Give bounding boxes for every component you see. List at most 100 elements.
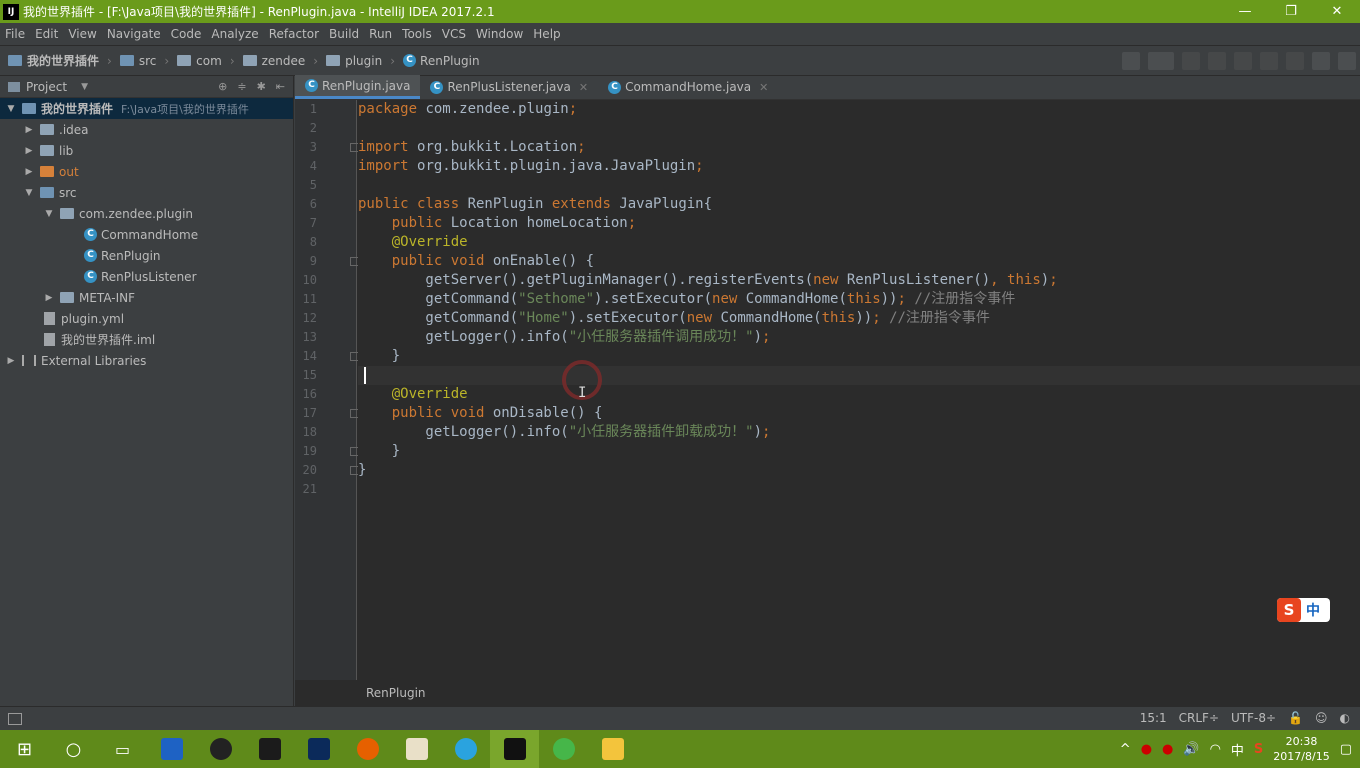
wifi-icon[interactable]: ◠ — [1210, 742, 1221, 757]
task-view-icon[interactable]: ▭ — [98, 730, 147, 768]
qq-icon[interactable] — [196, 730, 245, 768]
close-button[interactable]: ✕ — [1314, 0, 1360, 23]
chevron-down-icon[interactable]: ▼ — [22, 188, 36, 198]
taskbar-app-1[interactable] — [147, 730, 196, 768]
webstorm-icon[interactable] — [245, 730, 294, 768]
profile-icon[interactable] — [1260, 52, 1278, 70]
ime-mode[interactable]: 中 — [1306, 600, 1320, 620]
chevron-right-icon[interactable]: ▶ — [22, 146, 36, 156]
photoshop-icon[interactable] — [294, 730, 343, 768]
project-view-selector[interactable]: Project — [26, 80, 67, 94]
intellij-taskbar-icon[interactable] — [490, 730, 539, 768]
menu-file[interactable]: File — [0, 27, 30, 41]
menu-build[interactable]: Build — [324, 27, 364, 41]
stop-icon[interactable] — [1286, 52, 1304, 70]
breadcrumb-renplugin[interactable]: C RenPlugin — [403, 54, 480, 68]
start-button[interactable]: ⊞ — [0, 730, 49, 768]
hide-panel-icon[interactable]: ⇤ — [276, 80, 285, 93]
chevron-right-icon[interactable]: ▶ — [22, 125, 36, 135]
chevron-right-icon[interactable]: ▶ — [42, 293, 56, 303]
minimize-button[interactable]: — — [1222, 0, 1268, 23]
collapse-all-icon[interactable]: ≑ — [237, 80, 246, 93]
restore-button[interactable]: ❐ — [1268, 0, 1314, 23]
tree-item-out[interactable]: ▶ out — [0, 161, 293, 182]
chevron-right-icon[interactable]: ▶ — [4, 356, 18, 366]
close-tab-icon[interactable]: ✕ — [759, 81, 768, 94]
tree-item-meta-inf[interactable]: ▶ META-INF — [0, 287, 293, 308]
status-bar: 15:1 CRLF÷ UTF-8÷ 🔓 ☺ ◐ — [0, 706, 1360, 730]
coverage-icon[interactable] — [1234, 52, 1252, 70]
tree-item-src[interactable]: ▼ src — [0, 182, 293, 203]
menu-tools[interactable]: Tools — [397, 27, 437, 41]
taskbar-app-3[interactable] — [441, 730, 490, 768]
netease-icon[interactable]: ● — [1162, 742, 1173, 757]
project-structure-icon[interactable] — [1312, 52, 1330, 70]
file-explorer-icon[interactable] — [588, 730, 637, 768]
line-separator[interactable]: CRLF÷ — [1179, 711, 1219, 725]
tree-item-module[interactable]: ▼ 我的世界插件 F:\Java项目\我的世界插件 — [0, 98, 293, 119]
line-number-gutter[interactable]: 1 2 3 4 5 6 7 8 9 10 11 12 13 14 15 16 17 18 19 20 21 — [295, 100, 359, 680]
tab-commandhome[interactable]: C CommandHome.java ✕ — [598, 75, 778, 99]
sogou-ime-floating-bar[interactable]: S 中 — [1277, 598, 1330, 622]
close-tab-icon[interactable]: ✕ — [579, 81, 588, 94]
sogou-tray-icon[interactable]: S — [1254, 742, 1263, 757]
taskbar-app-4[interactable] — [539, 730, 588, 768]
record-icon[interactable]: ● — [1141, 742, 1152, 757]
build-icon[interactable] — [1122, 52, 1140, 70]
breadcrumb-zendee[interactable]: zendee › — [242, 54, 318, 68]
menu-refactor[interactable]: Refactor — [264, 27, 324, 41]
breadcrumb-src[interactable]: src › — [119, 54, 169, 68]
chevron-right-icon[interactable]: ▶ — [22, 167, 36, 177]
menu-analyze[interactable]: Analyze — [206, 27, 263, 41]
search-everywhere-icon[interactable] — [1338, 52, 1356, 70]
tree-item-lib[interactable]: ▶ lib — [0, 140, 293, 161]
tree-item-commandhome[interactable]: C CommandHome — [0, 224, 293, 245]
inspector-icon[interactable]: ☺ — [1315, 711, 1328, 725]
tree-item-iml[interactable]: 我的世界插件.iml — [0, 329, 293, 350]
code-token: this — [821, 310, 856, 326]
menu-view[interactable]: View — [63, 27, 101, 41]
chevron-down-icon[interactable]: ▼ — [81, 82, 88, 92]
search-icon[interactable]: ○ — [49, 730, 98, 768]
notification-icon[interactable]: ▢ — [1340, 742, 1352, 757]
show-hidden-icons[interactable]: ^ — [1120, 742, 1131, 757]
code-text-area[interactable]: package com.zendee.plugin; import org.buk… — [358, 100, 1360, 680]
tree-item-external-libraries[interactable]: ▶ External Libraries — [0, 350, 293, 371]
volume-icon[interactable]: 🔊 — [1183, 742, 1199, 757]
tree-item-renplugin[interactable]: C RenPlugin — [0, 245, 293, 266]
menu-window[interactable]: Window — [471, 27, 528, 41]
run-icon[interactable] — [1182, 52, 1200, 70]
tree-item-idea[interactable]: ▶ .idea — [0, 119, 293, 140]
caret-position[interactable]: 15:1 — [1140, 711, 1167, 725]
tool-windows-icon[interactable] — [8, 712, 22, 725]
menu-edit[interactable]: Edit — [30, 27, 63, 41]
tab-renplugin[interactable]: C RenPlugin.java — [295, 75, 421, 99]
tab-renpluslistener[interactable]: C RenPlusListener.java ✕ — [420, 75, 598, 99]
code-token: public — [358, 215, 451, 231]
clock[interactable]: 20:38 2017/8/15 — [1273, 734, 1329, 764]
firefox-icon[interactable] — [343, 730, 392, 768]
taskbar-app-2[interactable] — [392, 730, 441, 768]
scroll-from-source-icon[interactable]: ⊕ — [218, 80, 227, 93]
menu-run[interactable]: Run — [364, 27, 397, 41]
breadcrumb-project[interactable]: 我的世界插件 › — [8, 52, 112, 69]
ime-indicator[interactable]: 中 — [1231, 740, 1244, 759]
breadcrumb-plugin[interactable]: plugin › — [326, 54, 395, 68]
menu-navigate[interactable]: Navigate — [102, 27, 166, 41]
tree-item-package[interactable]: ▼ com.zendee.plugin — [0, 203, 293, 224]
chevron-down-icon[interactable]: ▼ — [42, 209, 56, 219]
lock-icon[interactable]: 🔓 — [1288, 711, 1303, 725]
event-log-icon[interactable]: ◐ — [1340, 711, 1350, 725]
tree-item-plugin-yml[interactable]: plugin.yml — [0, 308, 293, 329]
breadcrumb-com[interactable]: com › — [177, 54, 235, 68]
editor-breadcrumb[interactable]: RenPlugin — [358, 682, 426, 704]
run-config-dropdown[interactable] — [1148, 52, 1174, 70]
menu-help[interactable]: Help — [528, 27, 565, 41]
menu-code[interactable]: Code — [166, 27, 207, 41]
debug-icon[interactable] — [1208, 52, 1226, 70]
menu-vcs[interactable]: VCS — [437, 27, 471, 41]
tree-item-renpluslistener[interactable]: C RenPlusListener — [0, 266, 293, 287]
file-encoding[interactable]: UTF-8÷ — [1231, 711, 1276, 725]
settings-gear-icon[interactable]: ✱ — [257, 80, 266, 93]
chevron-down-icon[interactable]: ▼ — [4, 104, 18, 114]
